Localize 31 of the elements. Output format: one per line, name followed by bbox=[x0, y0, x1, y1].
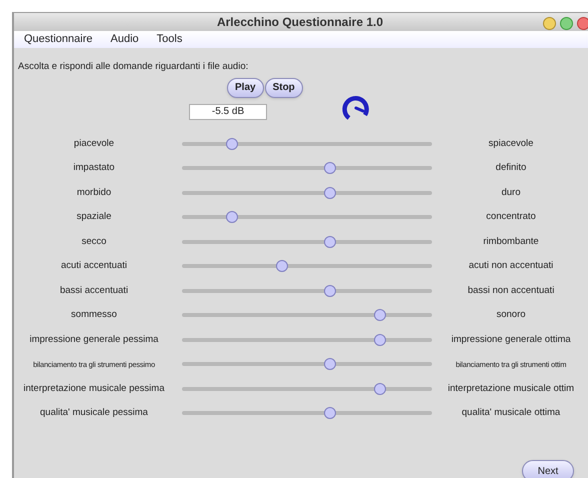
scale-label: sommesso bbox=[70, 308, 118, 322]
menu-item[interactable]: Questionnaire bbox=[24, 31, 92, 48]
scale-label: duro bbox=[500, 186, 522, 200]
scale-label: impressione generale ottima bbox=[450, 332, 572, 347]
menu-item[interactable]: Audio bbox=[110, 31, 139, 48]
scale-label: qualita' musicale pessima bbox=[39, 406, 149, 420]
next-button[interactable]: Next bbox=[522, 460, 574, 478]
scale-label: bassi non accentuati bbox=[466, 284, 556, 298]
scale-label: definito bbox=[494, 161, 528, 176]
scale-label: secco bbox=[80, 234, 108, 249]
volume-field[interactable]: -5.5 dB bbox=[189, 104, 267, 120]
scale-label: spiacevole bbox=[488, 136, 534, 151]
scale-label: acuti non accentuati bbox=[468, 259, 554, 274]
instruction-text: Ascolta e rispondi alle domande riguardanti i file audio: bbox=[18, 60, 250, 74]
scale-label: bassi accentuati bbox=[58, 284, 130, 298]
playback-button[interactable]: Stop bbox=[264, 78, 303, 98]
window-title: Arlecchino Questionnaire 1.0 bbox=[216, 14, 384, 31]
scale-label: impressione generale pessima bbox=[28, 332, 160, 347]
scale-label: concentrato bbox=[485, 210, 537, 224]
scale-label: rimbombante bbox=[482, 234, 540, 249]
scale-label: spaziale bbox=[76, 210, 112, 224]
scale-label: piacevole bbox=[72, 136, 116, 151]
scale-label: acuti accentuati bbox=[60, 259, 128, 274]
scale-label: impastato bbox=[72, 161, 116, 176]
scale-label: interpretazione musicale ottim bbox=[446, 382, 576, 396]
scale-label: sonoro bbox=[495, 308, 527, 322]
menu-item[interactable]: Tools bbox=[156, 31, 182, 48]
playback-button[interactable]: Play bbox=[227, 78, 264, 98]
scale-label: interpretazione musicale pessima bbox=[22, 382, 166, 396]
scale-label: morbido bbox=[76, 186, 112, 200]
scale-label: qualita' musicale ottima bbox=[460, 406, 562, 420]
